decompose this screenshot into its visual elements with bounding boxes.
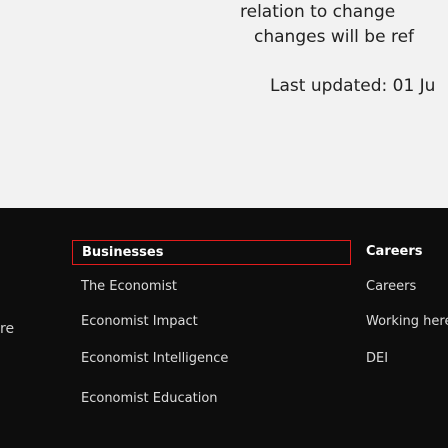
footer-link-economist-intelligence[interactable]: Economist Intelligence xyxy=(81,351,228,366)
notice-panel: relation to change changes will be ref L… xyxy=(0,0,448,208)
footer-link-dei[interactable]: DEI xyxy=(366,351,388,366)
businesses-heading: Businesses xyxy=(82,245,164,260)
careers-heading: Careers xyxy=(366,244,423,259)
footer-link-economist-education[interactable]: Economist Education xyxy=(81,391,218,406)
footer-link-working-here[interactable]: Working here xyxy=(366,314,448,329)
footer-link-economist-impact[interactable]: Economist Impact xyxy=(81,314,198,329)
footer-link-the-economist[interactable]: The Economist xyxy=(81,279,177,294)
notice-text-line-1: relation to change xyxy=(240,2,396,22)
notice-text-line-2: changes will be ref xyxy=(254,27,415,47)
footer-edge-text: re xyxy=(0,321,15,337)
site-footer: re Businesses The Economist Economist Im… xyxy=(0,208,448,448)
last-updated-text: Last updated: 01 Ju xyxy=(270,76,436,96)
footer-link-careers[interactable]: Careers xyxy=(366,279,416,294)
businesses-heading-focus[interactable]: Businesses xyxy=(72,240,351,265)
page: relation to change changes will be ref L… xyxy=(0,0,448,448)
